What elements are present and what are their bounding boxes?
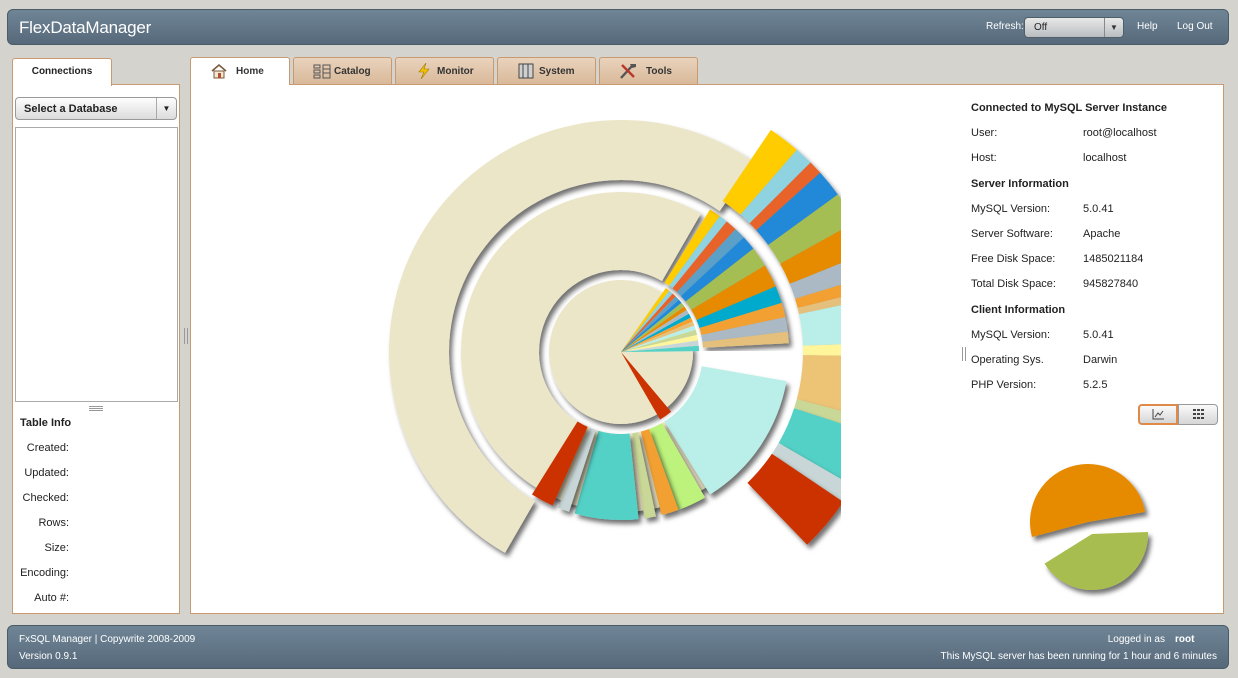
uptime-text: This MySQL server has been running for 1… xyxy=(940,651,1217,662)
tab-system[interactable]: System xyxy=(497,57,596,84)
free-disk-label: Free Disk Space: xyxy=(971,253,1056,265)
user-label: User: xyxy=(971,127,998,139)
info-divider-handle[interactable] xyxy=(962,347,966,361)
lightning-icon xyxy=(418,63,430,79)
os-value: Darwin xyxy=(1083,354,1118,366)
free-disk-value: 1485021184 xyxy=(1083,253,1144,265)
table-info-title: Table Info xyxy=(20,417,72,429)
server-software-value: Apache xyxy=(1083,228,1121,240)
tab-home-label: Home xyxy=(236,66,264,77)
used-disk-slice[interactable] xyxy=(1044,532,1148,590)
database-list[interactable] xyxy=(15,127,178,402)
tab-tools[interactable]: Tools xyxy=(599,57,698,84)
mysql-version-value: 5.0.41 xyxy=(1083,203,1114,215)
php-version-value: 5.2.5 xyxy=(1083,379,1108,391)
house-icon xyxy=(211,63,227,79)
refresh-label: Refresh: xyxy=(986,21,1024,32)
server-software-label: Server Software: xyxy=(971,228,1053,240)
chart-view-icon xyxy=(1152,409,1164,420)
catalog-icon xyxy=(313,64,331,79)
chevron-down-icon: ▼ xyxy=(1104,18,1123,37)
disk-space-pie-chart[interactable] xyxy=(1026,460,1166,600)
footer-bar: FxSQL Manager | Copywrite 2008-2009 Vers… xyxy=(7,625,1229,669)
tab-monitor-label: Monitor xyxy=(437,66,474,77)
server-icon xyxy=(518,63,534,79)
copyright-text: FxSQL Manager | Copywrite 2008-2009 xyxy=(19,634,196,645)
client-info-title: Client Information xyxy=(971,304,1066,316)
tab-connections[interactable]: Connections xyxy=(12,58,112,86)
chevron-down-icon: ▼ xyxy=(156,98,176,119)
tab-home[interactable]: Home xyxy=(190,57,290,85)
tab-monitor[interactable]: Monitor xyxy=(395,57,494,84)
checked-label: Checked: xyxy=(22,492,69,504)
updated-label: Updated: xyxy=(24,467,69,479)
user-value: root@localhost xyxy=(1083,127,1157,139)
encoding-label: Encoding: xyxy=(20,567,69,579)
tab-tools-label: Tools xyxy=(646,66,672,77)
chart-view-button[interactable] xyxy=(1138,404,1178,425)
os-label: Operating Sys. xyxy=(971,354,1044,366)
total-disk-value: 945827840 xyxy=(1083,278,1139,290)
home-panel: Connected to MySQL Server Instance User:… xyxy=(190,84,1224,614)
free-disk-slice[interactable] xyxy=(1030,463,1146,538)
resize-handle[interactable] xyxy=(89,406,103,411)
php-version-label: PHP Version: xyxy=(971,379,1037,391)
database-select[interactable]: Select a Database ▼ xyxy=(15,97,177,120)
auto-increment-label: Auto #: xyxy=(34,592,69,604)
database-sunburst-chart[interactable] xyxy=(321,120,841,590)
total-disk-label: Total Disk Space: xyxy=(971,278,1056,290)
version-text: Version 0.9.1 xyxy=(19,651,78,662)
logout-link[interactable]: Log Out xyxy=(1177,21,1213,32)
connections-panel: Select a Database ▼ Table Info Created: … xyxy=(12,84,180,614)
grid-view-button[interactable] xyxy=(1178,404,1218,425)
refresh-value: Off xyxy=(1034,22,1048,33)
size-label: Size: xyxy=(44,542,69,554)
client-mysql-value: 5.0.41 xyxy=(1083,329,1114,341)
connected-title: Connected to MySQL Server Instance xyxy=(971,102,1168,114)
logged-in-label: Logged in as xyxy=(1107,634,1165,645)
panel-divider-handle[interactable] xyxy=(184,328,188,344)
app-title: FlexDataManager xyxy=(19,18,152,37)
server-info-title: Server Information xyxy=(971,178,1069,190)
tab-system-label: System xyxy=(539,66,575,77)
created-label: Created: xyxy=(26,442,69,454)
host-value: localhost xyxy=(1083,152,1127,164)
rows-label: Rows: xyxy=(38,517,69,529)
tools-icon xyxy=(620,64,636,79)
help-link[interactable]: Help xyxy=(1137,21,1158,32)
tab-catalog-label: Catalog xyxy=(334,66,371,77)
database-select-value: Select a Database xyxy=(24,103,118,115)
tab-catalog[interactable]: Catalog xyxy=(293,57,392,84)
logged-in-user: root xyxy=(1175,634,1195,645)
grid-view-icon xyxy=(1193,409,1204,419)
top-bar: FlexDataManager Refresh: Off ▼ Help Log … xyxy=(7,9,1229,45)
mysql-version-label: MySQL Version: xyxy=(971,203,1051,215)
host-label: Host: xyxy=(971,152,997,164)
client-mysql-label: MySQL Version: xyxy=(971,329,1051,341)
refresh-select[interactable]: Off ▼ xyxy=(1024,17,1124,38)
